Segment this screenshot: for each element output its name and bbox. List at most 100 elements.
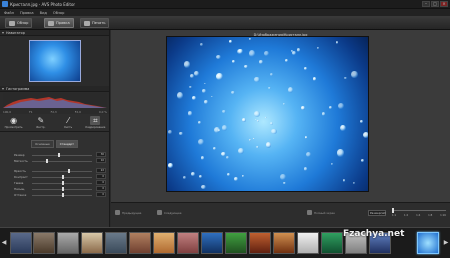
- zoom-track[interactable]: [392, 210, 446, 211]
- water-drop: [216, 73, 223, 80]
- water-drop: [200, 156, 205, 161]
- tool-instruments[interactable]: ✎ Инстр.: [30, 116, 52, 129]
- slider-track[interactable]: [32, 161, 92, 162]
- tool-selector: ◉ Просмотреть ✎ Инстр. ⁄ Кисть ⌗ Кадриро…: [0, 114, 109, 132]
- water-drop: [351, 71, 358, 79]
- next-button[interactable]: Следующее: [157, 210, 181, 215]
- minimize-icon[interactable]: –: [422, 1, 430, 7]
- photo-canvas[interactable]: [166, 36, 369, 192]
- slider-knob[interactable]: [62, 193, 64, 197]
- printer-icon: [84, 20, 90, 26]
- slider-value[interactable]: 10: [96, 158, 106, 163]
- menu-view[interactable]: Вид: [40, 11, 47, 15]
- filmstrip-thumbnail[interactable]: [297, 232, 319, 254]
- browse-button[interactable]: Обзор: [5, 18, 33, 28]
- menu-browse[interactable]: Обзор: [53, 11, 64, 15]
- filmstrip-right-icon[interactable]: ▶: [443, 238, 449, 248]
- tool-view[interactable]: ◉ Просмотреть: [3, 116, 25, 129]
- filmstrip-thumbnail[interactable]: [273, 232, 295, 254]
- filmstrip-thumbnail[interactable]: [129, 232, 151, 254]
- slider-knob[interactable]: [62, 181, 64, 185]
- slider-value[interactable]: 0: [96, 186, 106, 191]
- water-drop: [202, 88, 206, 93]
- zoom-select[interactable]: Размер(Ш): [368, 210, 386, 216]
- filmstrip-thumbnail[interactable]: [33, 232, 55, 254]
- water-drop: [237, 147, 244, 155]
- water-drop: [248, 139, 251, 141]
- filmstrip-thumbnail[interactable]: [249, 232, 271, 254]
- tool-brush[interactable]: ⁄ Кисть: [57, 116, 79, 129]
- water-drop: [222, 110, 227, 114]
- filmstrip-thumbnail[interactable]: [321, 232, 343, 254]
- slider-knob[interactable]: [58, 153, 60, 157]
- water-drop: [215, 55, 221, 60]
- close-icon[interactable]: ×: [440, 1, 448, 7]
- water-drop: [211, 95, 214, 98]
- water-drop: [269, 72, 274, 76]
- menu-edit[interactable]: Правка: [20, 11, 34, 15]
- water-drop: [304, 67, 307, 71]
- slider-value[interactable]: 22: [96, 168, 106, 173]
- water-drop: [236, 49, 244, 55]
- water-drop: [287, 87, 293, 93]
- water-drop: [227, 173, 231, 177]
- previous-button[interactable]: Предыдущее: [115, 210, 141, 215]
- water-drop: [167, 129, 172, 134]
- water-drop: [212, 146, 216, 150]
- filmstrip-thumbnail[interactable]: [10, 232, 32, 254]
- water-drop: [252, 137, 255, 140]
- water-drop: [190, 171, 195, 176]
- slider-knob[interactable]: [68, 169, 70, 173]
- water-drop: [241, 117, 247, 123]
- slider-value[interactable]: 30: [96, 152, 106, 157]
- menu-bar: Файл Правка Вид Обзор: [0, 9, 450, 16]
- filmstrip-thumbnail[interactable]: [105, 232, 127, 254]
- water-drop: [301, 105, 306, 111]
- filmstrip-thumbnail[interactable]: [57, 232, 79, 254]
- water-drop: [183, 61, 190, 68]
- menu-file[interactable]: Файл: [4, 11, 14, 15]
- water-drop: [312, 77, 317, 81]
- water-drop: [297, 48, 301, 52]
- filmstrip-thumbnail[interactable]: [177, 232, 199, 254]
- water-drop: [282, 103, 285, 105]
- zoom-knob[interactable]: [392, 208, 394, 213]
- water-drop: [338, 103, 345, 110]
- water-drop: [283, 181, 286, 185]
- slider-value[interactable]: 0: [96, 174, 106, 179]
- filmstrip-thumbnail[interactable]: [417, 232, 439, 254]
- tool-crop[interactable]: ⌗ Кадрирование: [84, 116, 106, 129]
- left-panel: Навигатор Гистограмма 100,0 F1 F2,3 F2,0…: [0, 30, 110, 227]
- water-drop: [265, 116, 268, 119]
- water-drop: [191, 95, 196, 100]
- water-drop: [270, 122, 274, 126]
- water-drop: [200, 42, 204, 46]
- tab-standard[interactable]: Стандарт: [55, 140, 78, 148]
- slider-knob[interactable]: [62, 175, 64, 179]
- water-drop: [244, 64, 249, 68]
- slider-value[interactable]: 0: [96, 192, 106, 197]
- maximize-icon[interactable]: □: [431, 1, 439, 7]
- filmstrip-left-icon[interactable]: ◀: [1, 238, 7, 248]
- water-drop: [256, 145, 260, 149]
- filmstrip-thumbnail[interactable]: [225, 232, 247, 254]
- fullscreen-button[interactable]: Полный экран: [307, 210, 335, 215]
- slider-track[interactable]: [32, 171, 92, 172]
- print-button[interactable]: Печать: [80, 18, 110, 28]
- navigator-thumbnail[interactable]: [29, 40, 81, 82]
- fullscreen-icon: [307, 210, 312, 215]
- filmstrip-thumbnail[interactable]: [201, 232, 223, 254]
- edit-button[interactable]: Правка: [44, 18, 74, 28]
- slider-value[interactable]: 0: [96, 180, 106, 185]
- tab-basic[interactable]: Основные: [31, 140, 54, 148]
- slider-track[interactable]: [32, 155, 92, 156]
- slider-knob[interactable]: [62, 187, 64, 191]
- filmstrip-thumbnail[interactable]: [81, 232, 103, 254]
- water-drop: [279, 174, 286, 181]
- filmstrip-thumbnail[interactable]: [153, 232, 175, 254]
- histogram-values: 100,0 F1 F2,3 F2,0 0,0 %: [3, 110, 107, 114]
- folder-icon: [9, 20, 15, 26]
- slider-knob[interactable]: [46, 159, 48, 163]
- water-drop: [203, 82, 206, 85]
- water-drop: [204, 99, 209, 105]
